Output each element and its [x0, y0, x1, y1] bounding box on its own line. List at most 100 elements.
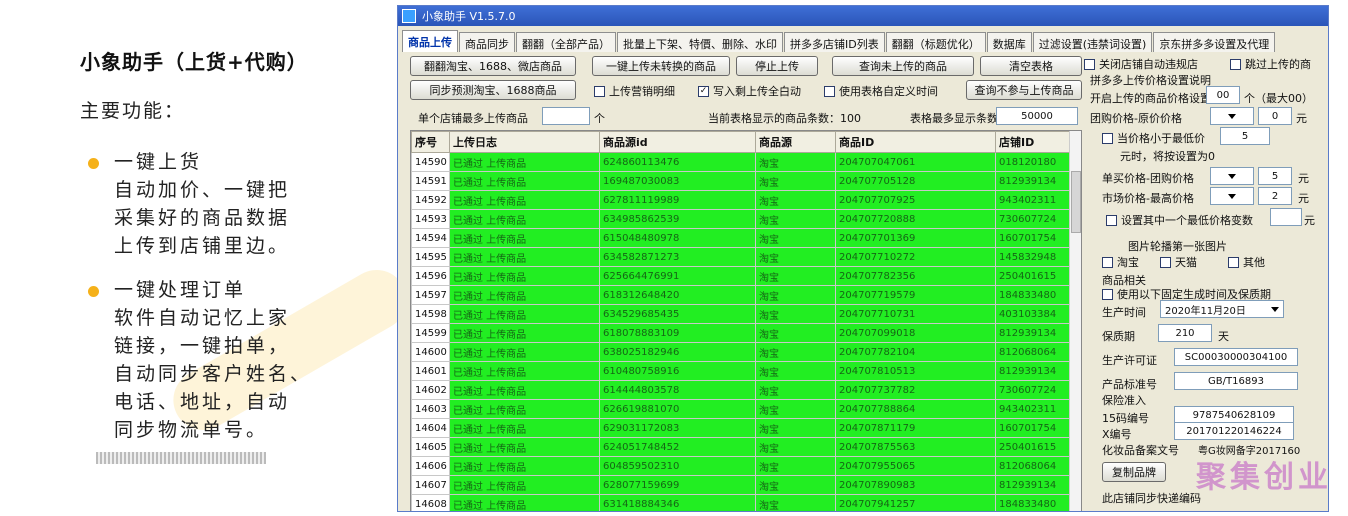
table-cell[interactable]: 204707871179	[835, 418, 996, 438]
table-cell[interactable]: 淘宝	[755, 304, 836, 324]
table-cell[interactable]: 250401615	[995, 437, 1072, 457]
table-cell[interactable]: 淘宝	[755, 285, 836, 305]
table-cell[interactable]: 已通过 上传商品	[449, 209, 600, 229]
table-cell[interactable]: 615048480978	[599, 228, 756, 248]
table-cell[interactable]: 淘宝	[755, 209, 836, 229]
table-cell[interactable]: 629031172083	[599, 418, 756, 438]
single-price-input[interactable]: 5	[1258, 167, 1292, 185]
table-cell[interactable]: 730607724	[995, 209, 1072, 229]
col-source[interactable]: 商品源	[755, 131, 836, 153]
checkbox[interactable]	[1106, 214, 1117, 226]
col-shop-id[interactable]: 店铺ID	[995, 131, 1072, 153]
table-cell[interactable]: 14591	[411, 171, 450, 191]
table-cell[interactable]: 624860113476	[599, 152, 756, 172]
col-source-id[interactable]: 商品源id	[599, 131, 756, 153]
table-cell[interactable]: 250401615	[995, 266, 1072, 286]
set-one-input[interactable]	[1270, 208, 1302, 226]
copy-products-button[interactable]: 翻翻淘宝、1688、微店商品	[410, 56, 576, 76]
table-row[interactable]: 14593 已通过 上传商品 634985862539 淘宝 204707720888 7…	[411, 209, 1072, 229]
table-cell[interactable]: 204707720888	[835, 209, 996, 229]
table-cell[interactable]: 已通过 上传商品	[449, 171, 600, 191]
table-cell[interactable]: 14607	[411, 475, 450, 495]
table-cell[interactable]: 812068064	[995, 456, 1072, 476]
table-cell[interactable]: 淘宝	[755, 247, 836, 267]
table-cell[interactable]: 14593	[411, 209, 450, 229]
table-cell[interactable]: 淘宝	[755, 475, 836, 495]
table-cell[interactable]: 730607724	[995, 380, 1072, 400]
table-row[interactable]: 14591 已通过 上传商品 169487030083 淘宝 204707705128 8…	[411, 171, 1072, 191]
table-cell[interactable]: 634582871273	[599, 247, 756, 267]
table-cell[interactable]: 614444803578	[599, 380, 756, 400]
table-cell[interactable]: 184833480	[995, 494, 1072, 511]
table-row[interactable]: 14597 已通过 上传商品 618312648420 淘宝 204707719579 1…	[411, 285, 1072, 305]
table-cell[interactable]: 已通过 上传商品	[449, 152, 600, 172]
table-cell[interactable]: 204707701369	[835, 228, 996, 248]
table-cell[interactable]: 已通过 上传商品	[449, 380, 600, 400]
table-cell[interactable]: 已通过 上传商品	[449, 399, 600, 419]
checkbox[interactable]	[594, 85, 605, 97]
table-cell[interactable]: 淘宝	[755, 456, 836, 476]
checkbox[interactable]: ✓	[698, 85, 709, 97]
close-shop-check[interactable]: 关闭店铺自动违规店	[1084, 56, 1198, 72]
table-cell[interactable]: 淘宝	[755, 361, 836, 381]
table-cell[interactable]: 943402311	[995, 190, 1072, 210]
table-row[interactable]: 14607 已通过 上传商品 628077159699 淘宝 204707890983 8…	[411, 475, 1072, 495]
checkbox[interactable]	[1228, 256, 1239, 268]
table-cell[interactable]: 已通过 上传商品	[449, 266, 600, 286]
table-cell[interactable]: 204707955065	[835, 456, 996, 476]
min-price-check[interactable]: 当价格小于最低价	[1102, 130, 1205, 146]
table-cell[interactable]: 淘宝	[755, 399, 836, 419]
table-cell[interactable]: 14601	[411, 361, 450, 381]
code-input[interactable]: 201701220146224	[1174, 422, 1294, 440]
table-cell[interactable]: 160701754	[995, 418, 1072, 438]
table-cell[interactable]: 204707710272	[835, 247, 996, 267]
table-cell[interactable]: 204707890983	[835, 475, 996, 495]
table-row[interactable]: 14600 已通过 上传商品 638025182946 淘宝 204707782104 8…	[411, 342, 1072, 362]
table-cell[interactable]: 812939134	[995, 475, 1072, 495]
tab-batch[interactable]: 批量上下架、特價、删除、水印	[617, 32, 783, 52]
table-cell[interactable]: 943402311	[995, 399, 1072, 419]
query-excluded-button[interactable]: 查询不参与上传商品	[966, 80, 1082, 100]
table-row[interactable]: 14604 已通过 上传商品 629031172083 淘宝 204707871179 1…	[411, 418, 1072, 438]
table-cell[interactable]: 812068064	[995, 342, 1072, 362]
cover-taobao-check[interactable]: 淘宝	[1102, 254, 1139, 270]
table-cell[interactable]: 已通过 上传商品	[449, 418, 600, 438]
tab-upload[interactable]: 商品上传	[402, 30, 458, 52]
checkbox[interactable]	[824, 85, 835, 97]
table-row[interactable]: 14602 已通过 上传商品 614444803578 淘宝 204707737782 7…	[411, 380, 1072, 400]
tab-title-opt[interactable]: 翻翻（标题优化）	[885, 32, 986, 52]
table-row[interactable]: 14601 已通过 上传商品 610480758916 淘宝 204707810513 8…	[411, 361, 1072, 381]
tab-copy-all[interactable]: 翻翻（全部产品）	[516, 32, 616, 52]
table-cell[interactable]: 634985862539	[599, 209, 756, 229]
table-cell[interactable]: 403103384	[995, 304, 1072, 324]
table-cell[interactable]: 14590	[411, 152, 450, 172]
table-cell[interactable]: 631418884346	[599, 494, 756, 511]
market-price-select[interactable]	[1210, 187, 1254, 205]
table-row[interactable]: 14599 已通过 上传商品 618078883109 淘宝 204707099018 8…	[411, 323, 1072, 343]
copy-brand-button[interactable]: 复制品牌	[1102, 462, 1166, 482]
scroll-thumb[interactable]	[1071, 171, 1081, 233]
open-price-input[interactable]: 00	[1206, 86, 1240, 104]
table-cell[interactable]: 184833480	[995, 285, 1072, 305]
stop-upload-button[interactable]: 停止上传	[736, 56, 818, 76]
table-cell[interactable]: 已通过 上传商品	[449, 437, 600, 457]
table-cell[interactable]: 已通过 上传商品	[449, 456, 600, 476]
table-cell[interactable]: 204707047061	[835, 152, 996, 172]
table-cell[interactable]: 14600	[411, 342, 450, 362]
tab-database[interactable]: 数据库	[986, 32, 1032, 52]
table-cell[interactable]: 204707099018	[835, 323, 996, 343]
table-cell[interactable]: 14604	[411, 418, 450, 438]
table-cell[interactable]: 160701754	[995, 228, 1072, 248]
table-cell[interactable]: 14595	[411, 247, 450, 267]
table-cell[interactable]: 812939134	[995, 323, 1072, 343]
checkbox[interactable]	[1230, 58, 1241, 70]
max-rows-input[interactable]: 50000	[996, 107, 1078, 125]
product-table[interactable]: 序号 上传日志 商品源id 商品源 商品ID 店铺ID 14590 已通过 上传商…	[410, 130, 1082, 511]
table-cell[interactable]: 638025182946	[599, 342, 756, 362]
table-cell[interactable]: 14608	[411, 494, 450, 511]
table-cell[interactable]: 626619881070	[599, 399, 756, 419]
table-cell[interactable]: 已通过 上传商品	[449, 304, 600, 324]
table-cell[interactable]: 淘宝	[755, 418, 836, 438]
market-price-input[interactable]: 2	[1258, 187, 1292, 205]
table-cell[interactable]: 已通过 上传商品	[449, 494, 600, 511]
